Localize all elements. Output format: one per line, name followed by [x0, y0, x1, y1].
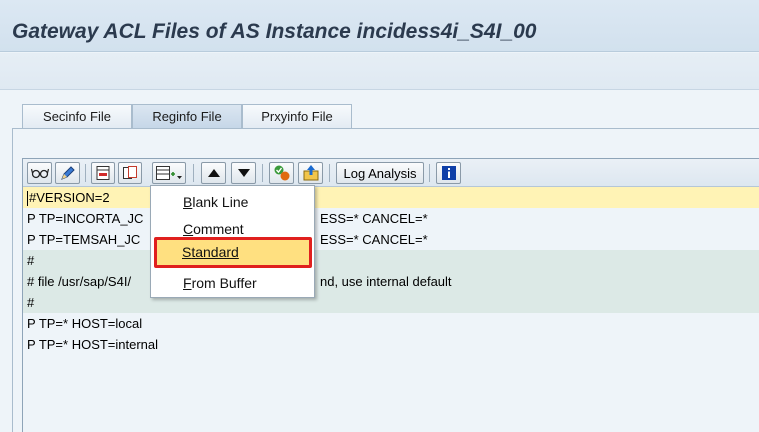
upload-button[interactable] — [298, 162, 323, 184]
line-text-visible-end: nd, use internal default — [320, 274, 452, 289]
line-text: # — [27, 253, 35, 268]
move-up-icon — [207, 169, 220, 177]
delete-line-button[interactable] — [91, 162, 115, 184]
tab-label: Secinfo File — [43, 109, 111, 124]
editor-line[interactable]: # file /usr/sap/S4I/nd, use internal def… — [23, 271, 759, 292]
delete-line-icon — [96, 166, 110, 180]
toolbar-separator — [193, 164, 194, 182]
line-text-visible-end: ESS=* CANCEL=* — [320, 211, 428, 226]
pencil-change-icon — [60, 166, 75, 180]
menu-item-blank-line[interactable]: Blank Line — [155, 190, 311, 214]
editor-toolbar: Log Analysis — [23, 159, 759, 187]
toolbar-separator — [262, 164, 263, 182]
tab-secinfo-file[interactable]: Secinfo File — [22, 104, 132, 128]
toolbar-separator — [429, 164, 430, 182]
editor-line[interactable]: # — [23, 250, 759, 271]
tab-label: Prxyinfo File — [261, 109, 333, 124]
menu-item-mnemonic: C — [183, 221, 194, 237]
editor-line[interactable]: P TP=TEMSAH_JC ESS=* CANCEL=* — [23, 229, 759, 250]
editor-line[interactable]: # — [23, 292, 759, 313]
move-up-button[interactable] — [201, 162, 226, 184]
check-button[interactable] — [269, 162, 294, 184]
upload-icon — [303, 165, 318, 181]
editor-lines: #VERSION=2 P TP=INCORTA_JC ESS=* CANCEL=*… — [23, 187, 759, 355]
line-text: #VERSION=2 — [29, 190, 110, 205]
editor-line[interactable]: #VERSION=2 — [23, 187, 759, 208]
tab-prxyinfo-file[interactable]: Prxyinfo File — [242, 104, 352, 128]
line-text: P TP=* HOST=internal — [27, 337, 159, 352]
glasses-display-icon — [30, 168, 49, 179]
menu-item-mnemonic: B — [183, 194, 193, 210]
toolbar-separator — [85, 164, 86, 182]
editor-line[interactable]: P TP=* HOST=local — [23, 313, 759, 334]
move-down-button[interactable] — [231, 162, 256, 184]
check-status-icon — [274, 165, 289, 181]
info-icon — [441, 166, 456, 180]
tab-label: Reginfo File — [152, 109, 222, 124]
text-cursor — [27, 191, 28, 207]
menu-item-label: omment — [193, 221, 244, 237]
application-toolbar — [0, 53, 759, 90]
line-text: P TP=INCORTA_JC — [27, 211, 144, 226]
menu-item-label: lank Line — [192, 194, 249, 210]
log-analysis-button[interactable]: Log Analysis — [336, 162, 424, 184]
copy-line-button[interactable] — [118, 162, 142, 184]
menu-item-from-buffer[interactable]: From Buffer — [155, 271, 311, 295]
line-text: P TP=* HOST=local — [27, 316, 143, 331]
editor-line[interactable]: P TP=* HOST=internal — [23, 334, 759, 355]
title-bar: Gateway ACL Files of AS Instance incides… — [0, 0, 759, 52]
menu-item-label: tandard — [191, 244, 239, 260]
insert-line-menu-button[interactable] — [152, 162, 186, 184]
editor-line[interactable]: P TP=INCORTA_JC ESS=* CANCEL=* — [23, 208, 759, 229]
line-text: # — [27, 295, 35, 310]
insert-line-menu-icon — [156, 166, 182, 180]
display-button[interactable] — [27, 162, 52, 184]
menu-item-mnemonic: F — [183, 275, 192, 291]
move-down-icon — [237, 169, 250, 177]
toolbar-separator — [329, 164, 330, 182]
insert-line-dropdown-menu: Blank Line Comment Standard From Buffer — [150, 185, 315, 298]
page-title: Gateway ACL Files of AS Instance incides… — [12, 20, 537, 43]
menu-item-label: rom Buffer — [191, 275, 257, 291]
copy-line-icon — [123, 166, 137, 179]
tab-reginfo-file[interactable]: Reginfo File — [132, 104, 242, 128]
menu-item-mnemonic: S — [182, 244, 192, 260]
acl-file-editor: Log Analysis #VERSION=2 P TP=INCORTA_JC E… — [22, 158, 759, 432]
change-button[interactable] — [55, 162, 80, 184]
menu-item-standard[interactable]: Standard — [154, 237, 312, 268]
info-button[interactable] — [436, 162, 461, 184]
line-text-visible-end: ESS=* CANCEL=* — [320, 232, 428, 247]
log-analysis-label: Log Analysis — [343, 165, 417, 181]
line-text: # file /usr/sap/S4I/ — [27, 274, 132, 289]
line-text: P TP=TEMSAH_JC — [27, 232, 141, 247]
